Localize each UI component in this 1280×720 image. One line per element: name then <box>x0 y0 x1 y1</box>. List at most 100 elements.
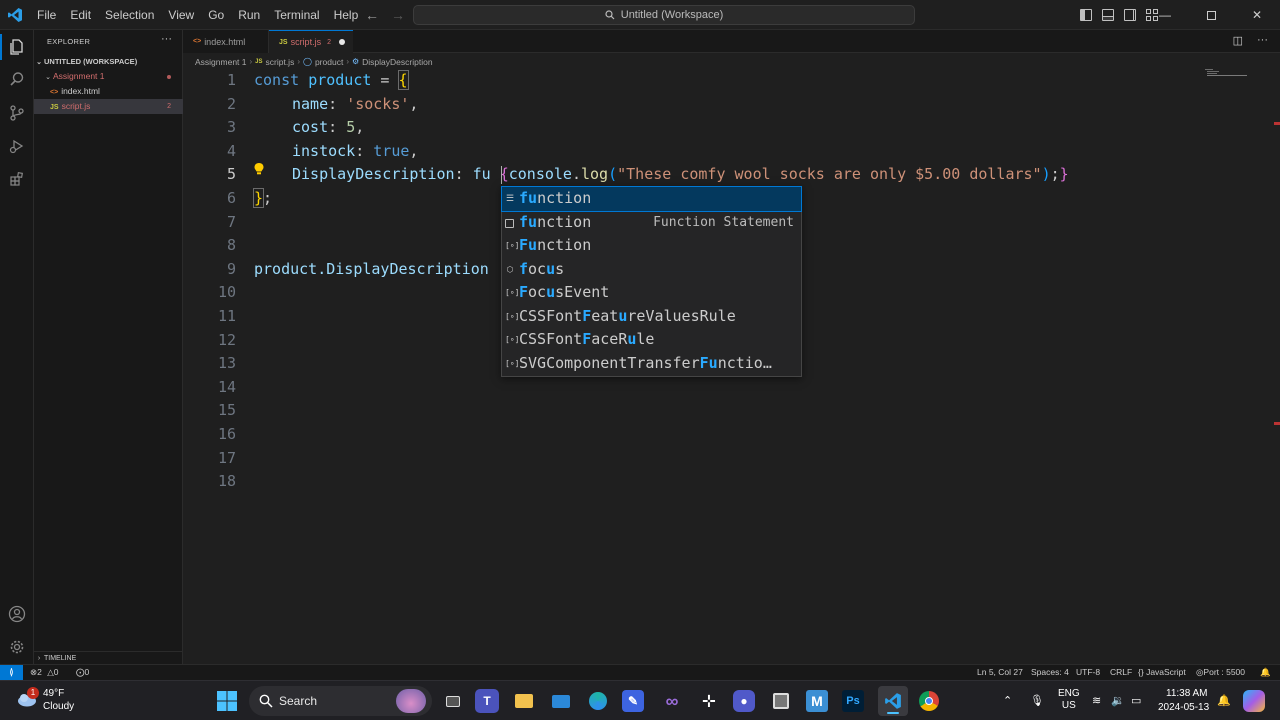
file-script-js[interactable]: JS script.js 2 <box>34 99 183 114</box>
search-icon <box>259 694 273 708</box>
more-actions-icon[interactable]: ··· <box>161 33 172 45</box>
overview-ruler[interactable] <box>1272 122 1280 432</box>
ports-status[interactable]: ⨀0 <box>76 665 89 680</box>
suggestion-item[interactable]: [∘] FocusEvent <box>502 281 801 305</box>
copilot-icon[interactable] <box>1243 690 1265 712</box>
m-app-icon[interactable]: M <box>806 690 828 712</box>
edge-browser-icon[interactable] <box>585 688 611 714</box>
suggestion-item[interactable]: function Function Statement <box>502 211 801 235</box>
minimize-button[interactable]: — <box>1142 0 1188 30</box>
vscode-taskbar-icon[interactable] <box>878 686 908 716</box>
more-actions-icon[interactable]: ··· <box>1257 34 1268 47</box>
terminal-x-icon[interactable]: ⊹ <box>696 688 722 714</box>
encoding-status[interactable]: UTF-8 <box>1076 665 1100 680</box>
maximize-button[interactable] <box>1188 0 1234 30</box>
eol-status[interactable]: CRLF <box>1110 665 1132 680</box>
menu-file[interactable]: File <box>30 0 63 30</box>
html-file-icon: <> <box>193 38 202 45</box>
suggestion-item[interactable]: [∘] Function <box>502 234 801 258</box>
language-indicator[interactable]: ENG US <box>1058 688 1080 712</box>
pen-app-icon[interactable]: ✎ <box>622 690 644 712</box>
suggestion-item[interactable]: ⬡ focus <box>502 258 801 282</box>
breadcrumb-file[interactable]: script.js <box>266 57 295 67</box>
toggle-panel-icon[interactable] <box>1102 9 1114 21</box>
keyword-icon <box>505 218 514 228</box>
lightbulb-icon[interactable] <box>253 162 265 176</box>
title-bar: File Edit Selection View Go Run Terminal… <box>0 0 1280 30</box>
line-number: 11 <box>217 307 236 325</box>
braces-icon: {} <box>1138 667 1144 677</box>
command-center-search[interactable]: Untitled (Workspace) <box>413 5 915 25</box>
unsaved-dot-icon[interactable] <box>338 39 345 45</box>
task-view-icon[interactable] <box>440 688 466 714</box>
file-explorer-icon[interactable] <box>511 688 537 714</box>
extensions-icon[interactable] <box>0 162 34 196</box>
workspace-root[interactable]: ⌄ UNTITLED (WORKSPACE) <box>34 54 183 69</box>
menu-help[interactable]: Help <box>327 0 366 30</box>
back-arrow-icon[interactable]: ← <box>365 7 379 23</box>
editor-tab-bar: <> index.html JS script.js 2 ◫ ··· <box>183 30 1280 53</box>
taskbar-search[interactable]: Search <box>249 686 432 716</box>
teams-chat-icon[interactable]: ● <box>733 690 755 712</box>
photoshop-icon[interactable]: Ps <box>842 690 864 712</box>
split-editor-icon[interactable]: ◫ <box>1233 34 1243 47</box>
menu-view[interactable]: View <box>161 0 201 30</box>
breadcrumb-folder[interactable]: Assignment 1 <box>195 57 247 67</box>
timeline-section[interactable]: › TIMELINE <box>34 651 183 664</box>
mail-icon[interactable] <box>548 688 574 714</box>
chevron-right-icon: › <box>346 57 349 66</box>
windows-start-icon[interactable] <box>216 690 238 712</box>
snipping-tool-icon[interactable] <box>768 688 794 714</box>
activity-bar <box>0 30 34 664</box>
minimap[interactable] <box>1205 68 1267 88</box>
wifi-icon[interactable]: ≋ <box>1092 694 1101 707</box>
error-marker <box>1274 122 1280 125</box>
suggestion-item[interactable]: [∘] SVGComponentTransferFunctio… <box>502 352 801 376</box>
problems-status[interactable]: ⊗2 △0 <box>30 665 59 680</box>
settings-gear-icon[interactable] <box>0 630 34 664</box>
language-mode[interactable]: {} JavaScript <box>1138 665 1186 680</box>
suggestion-item[interactable]: ☰ function <box>501 186 802 212</box>
cursor-position[interactable]: Ln 5, Col 27 <box>977 665 1023 680</box>
toggle-secondary-sidebar-icon[interactable] <box>1124 9 1136 21</box>
live-server-port[interactable]: ◎Port : 5500 <box>1196 665 1245 680</box>
clock-time[interactable]: 11:38 AM <box>1166 688 1208 699</box>
microphone-icon[interactable]: 🎙 <box>1030 694 1044 707</box>
menu-go[interactable]: Go <box>201 0 231 30</box>
close-button[interactable]: ✕ <box>1234 0 1280 30</box>
tab-script-js[interactable]: JS script.js 2 <box>269 30 353 53</box>
search-icon[interactable] <box>0 62 34 96</box>
indentation-status[interactable]: Spaces: 4 <box>1031 665 1069 680</box>
file-index-html[interactable]: <> index.html <box>34 84 183 99</box>
notifications-bell-icon[interactable]: 🔔 <box>1260 665 1271 680</box>
suggestion-item[interactable]: [∘] CSSFontFaceRule <box>502 328 801 352</box>
menu-run[interactable]: Run <box>231 0 267 30</box>
chrome-icon[interactable] <box>916 688 942 714</box>
folder-assignment-1[interactable]: ⌄ Assignment 1 <box>34 69 183 84</box>
teams-icon[interactable]: T <box>475 689 499 713</box>
account-icon[interactable] <box>0 597 34 631</box>
run-debug-icon[interactable] <box>0 129 34 163</box>
js-file-icon: JS <box>50 104 59 111</box>
menu-terminal[interactable]: Terminal <box>267 0 326 30</box>
battery-icon[interactable]: ▭ <box>1131 694 1141 707</box>
explorer-icon[interactable] <box>0 30 34 64</box>
menu-selection[interactable]: Selection <box>98 0 161 30</box>
visual-studio-icon[interactable]: ∞ <box>659 688 685 714</box>
forward-arrow-icon[interactable]: → <box>391 7 405 23</box>
source-control-icon[interactable] <box>0 96 34 130</box>
clock-date[interactable]: 2024-05-13 <box>1158 702 1209 713</box>
tab-index-html[interactable]: <> index.html <box>183 30 269 53</box>
notification-bell-icon[interactable]: 🔔 <box>1217 694 1231 707</box>
breadcrumb-property[interactable]: DisplayDescription <box>362 57 432 67</box>
suggestion-item[interactable]: [∘] CSSFontFeatureValuesRule <box>502 305 801 329</box>
menu-edit[interactable]: Edit <box>63 0 98 30</box>
autocomplete-suggestions[interactable]: ☰ function function Function Statement [… <box>501 186 802 377</box>
breadcrumb-symbol[interactable]: product <box>315 57 343 67</box>
variable-icon: [∘] <box>505 311 520 321</box>
chevron-up-icon[interactable]: ⌃ <box>1003 694 1012 707</box>
code-line-6: }; <box>252 188 273 208</box>
toggle-primary-sidebar-icon[interactable] <box>1080 9 1092 21</box>
volume-icon[interactable]: 🔉 <box>1111 694 1125 707</box>
remote-indicator-icon[interactable]: ≬ <box>0 665 23 680</box>
